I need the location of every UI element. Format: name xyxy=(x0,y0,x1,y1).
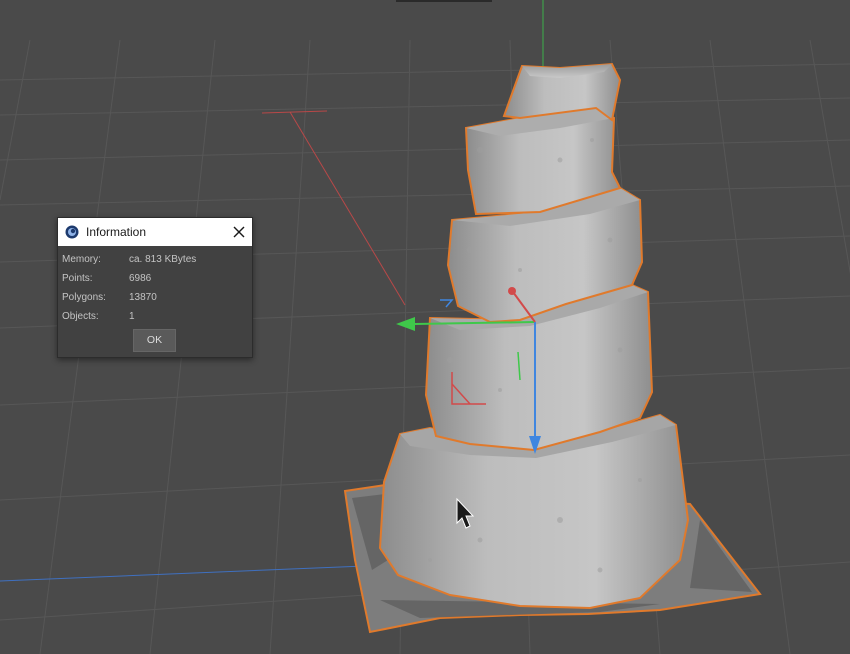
points-label: Points: xyxy=(62,273,93,284)
information-dialog: Information Memory: ca. 813 KBytes Point… xyxy=(57,217,253,358)
objects-label: Objects: xyxy=(62,311,99,322)
close-icon[interactable] xyxy=(230,223,248,241)
viewport-top-tab xyxy=(396,0,492,2)
polygons-label: Polygons: xyxy=(62,292,106,303)
dialog-title-bar: Information xyxy=(58,218,252,246)
dialog-title: Information xyxy=(86,225,147,239)
memory-value: ca. 813 KBytes xyxy=(129,254,197,265)
polygons-value: 13870 xyxy=(129,292,157,303)
points-value: 6986 xyxy=(129,273,152,284)
memory-label: Memory: xyxy=(62,254,101,265)
cinema4d-logo-icon xyxy=(65,225,79,239)
ok-button[interactable]: OK xyxy=(133,329,176,352)
objects-value: 1 xyxy=(129,311,135,322)
